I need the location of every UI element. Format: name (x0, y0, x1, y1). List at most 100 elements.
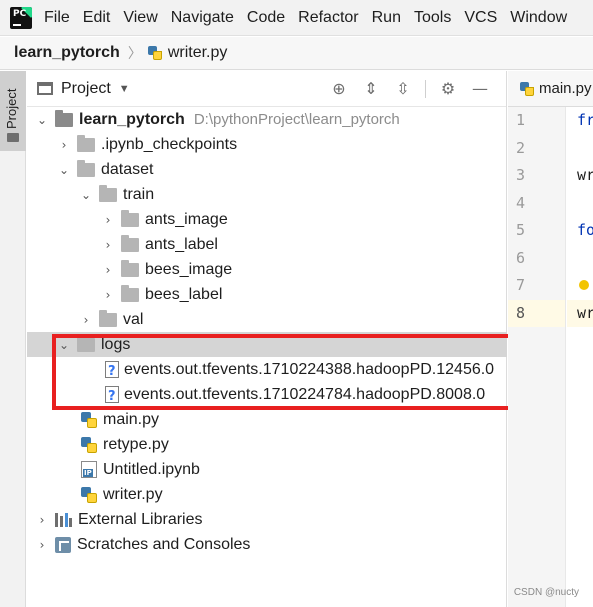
menu-edit[interactable]: Edit (83, 9, 111, 27)
menu-run[interactable]: Run (372, 9, 401, 27)
tree-item-label: logs (101, 335, 131, 353)
left-tool-strip: Project (0, 71, 26, 607)
chevron-right-icon[interactable]: › (101, 288, 115, 302)
folder-icon (77, 134, 95, 152)
project-tool-tab[interactable]: Project (0, 71, 26, 151)
tree-row-event-file-2[interactable]: events.out.tfevents.1710224784.hadoopPD.… (27, 382, 507, 407)
tree-item-label: val (123, 310, 144, 328)
python-file-icon (81, 436, 97, 453)
breadcrumb-project[interactable]: learn_pytorch (14, 44, 120, 62)
tree-row-ipynb-checkpoints[interactable]: › .ipynb_checkpoints (27, 132, 507, 157)
tree-item-label: bees_label (145, 285, 223, 303)
menu-navigate[interactable]: Navigate (171, 9, 234, 27)
menu-refactor[interactable]: Refactor (298, 9, 358, 27)
collapse-all-icon[interactable]: ⇳ (393, 79, 413, 99)
code-editor[interactable]: fr wr fo wr (567, 107, 593, 607)
watermark: CSDN @nucty (513, 587, 579, 598)
chevron-right-icon[interactable]: › (101, 213, 115, 227)
chevron-right-icon[interactable]: › (101, 263, 115, 277)
tree-root-label: learn_pytorch (79, 110, 185, 128)
chevron-right-icon: 〉 (127, 45, 142, 61)
code-line[interactable] (567, 190, 593, 218)
line-number: 1 (516, 111, 526, 129)
chevron-right-icon[interactable]: › (101, 238, 115, 252)
python-file-icon (81, 411, 97, 428)
tree-item-label: ants_image (145, 210, 228, 228)
line-number: 6 (516, 248, 526, 267)
tree-row-dataset[interactable]: ⌄ dataset (27, 157, 507, 182)
menu-file[interactable]: File (44, 9, 70, 27)
toolbar-divider (425, 80, 426, 98)
code-line[interactable] (567, 272, 593, 300)
panel-title[interactable]: Project (61, 80, 111, 98)
code-line[interactable]: fr (567, 107, 593, 135)
chevron-right-icon[interactable]: › (35, 538, 49, 552)
lightbulb-icon[interactable] (579, 280, 589, 290)
tree-row-ants-image[interactable]: › ants_image (27, 207, 507, 232)
code-line[interactable]: wr (567, 162, 593, 190)
tree-row-ants-label[interactable]: › ants_label (27, 232, 507, 257)
menu-code[interactable]: Code (247, 9, 285, 27)
tree-row-main-py[interactable]: main.py (27, 407, 507, 432)
code-line[interactable]: wr (567, 299, 593, 327)
folder-icon (99, 309, 117, 327)
editor-tab-main-py[interactable]: main.py (539, 80, 592, 97)
tree-row-logs[interactable]: ⌄ logs (27, 332, 507, 357)
tree-row-bees-image[interactable]: › bees_image (27, 257, 507, 282)
tree-item-label: ants_label (145, 235, 218, 253)
tree-item-label: writer.py (103, 485, 163, 503)
tree-row-retype-py[interactable]: retype.py (27, 432, 507, 457)
tree-row-untitled-ipynb[interactable]: IP Untitled.ipynb (27, 457, 507, 482)
tree-row-scratches[interactable]: › Scratches and Consoles (27, 532, 507, 557)
folder-icon (77, 159, 95, 177)
chevron-down-icon[interactable]: ⌄ (57, 338, 71, 352)
tree-item-label: retype.py (103, 435, 169, 453)
menu-view[interactable]: View (123, 9, 157, 27)
code-line[interactable]: fo (567, 217, 593, 245)
breadcrumb: learn_pytorch 〉 writer.py (0, 37, 593, 70)
chevron-down-icon[interactable]: ⌄ (57, 163, 71, 177)
gear-icon[interactable]: ⚙ (438, 79, 458, 99)
python-file-icon (147, 46, 162, 60)
notebook-file-icon: IP (81, 461, 97, 478)
folder-icon (99, 184, 117, 202)
line-number: 4 (516, 193, 526, 212)
tree-row-writer-py[interactable]: writer.py (27, 482, 507, 507)
chevron-right-icon[interactable]: › (79, 313, 93, 327)
tree-row-train[interactable]: ⌄ train (27, 182, 507, 207)
tree-item-label: events.out.tfevents.1710224388.hadoopPD.… (124, 360, 495, 378)
code-line[interactable] (567, 135, 593, 163)
tree-row-event-file-1[interactable]: events.out.tfevents.1710224388.hadoopPD.… (27, 357, 507, 382)
tree-item-label: train (123, 185, 155, 203)
chevron-right-icon[interactable]: › (35, 513, 49, 527)
locate-icon[interactable]: ⊕ (329, 79, 349, 99)
folder-icon (121, 284, 139, 302)
breadcrumb-file[interactable]: writer.py (168, 44, 228, 62)
chevron-right-icon[interactable]: › (57, 138, 71, 152)
tree-row-external-libraries[interactable]: › External Libraries (27, 507, 507, 532)
tree-root-path: D:\pythonProject\learn_pytorch (193, 111, 400, 128)
tree-row-root[interactable]: ⌄ learn_pytorch D:\pythonProject\learn_p… (27, 107, 507, 132)
menu-window[interactable]: Window (510, 9, 567, 27)
folder-icon (55, 109, 73, 127)
expand-all-icon[interactable]: ⇕ (361, 79, 381, 99)
chevron-down-icon[interactable]: ⌄ (79, 188, 93, 202)
line-number: 3 (516, 166, 526, 184)
menu-tools[interactable]: Tools (414, 9, 451, 27)
editor-tab-bar: main.py (508, 71, 593, 107)
pycharm-logo-icon: PC (10, 6, 32, 29)
tree-row-val[interactable]: › val (27, 307, 507, 332)
line-number: 2 (516, 138, 526, 157)
tree-item-label: External Libraries (78, 510, 203, 528)
chevron-down-icon[interactable]: ▼ (119, 83, 130, 95)
tree-item-label: events.out.tfevents.1710224784.hadoopPD.… (124, 385, 486, 403)
menu-vcs[interactable]: VCS (464, 9, 497, 27)
tree-item-label: dataset (101, 160, 154, 178)
folder-icon (7, 133, 19, 142)
code-line[interactable] (567, 245, 593, 273)
project-tree: ⌄ learn_pytorch D:\pythonProject\learn_p… (27, 107, 507, 557)
hide-icon[interactable]: — (470, 79, 490, 99)
tree-row-bees-label[interactable]: › bees_label (27, 282, 507, 307)
python-file-icon (81, 486, 97, 503)
chevron-down-icon[interactable]: ⌄ (35, 113, 49, 127)
